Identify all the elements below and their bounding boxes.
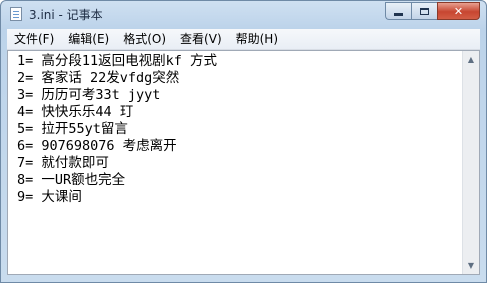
- text-line: 8= 一UR额也完全: [17, 172, 126, 188]
- notepad-window: 3.ini - 记事本 ✕ 文件(F) 编辑(E) 格式(O) 查看(V) 帮助…: [0, 0, 487, 283]
- text-area[interactable]: 1= 高分段11返回电视剧kf 方式 2= 客家话 22发vfdg突然 3= 历…: [8, 51, 462, 274]
- menu-view[interactable]: 查看(V): [173, 29, 229, 49]
- minimize-icon: [394, 12, 403, 16]
- text-line: 3= 历历可考33t jyyt: [17, 87, 161, 103]
- text-line: 1= 高分段11返回电视剧kf 方式: [17, 53, 218, 69]
- menu-help[interactable]: 帮助(H): [229, 29, 285, 49]
- caption-buttons: ✕: [385, 2, 480, 20]
- text-line: 9= 大课间: [17, 189, 82, 205]
- minimize-button[interactable]: [385, 2, 411, 20]
- arrow-up-icon: ▲: [467, 55, 475, 64]
- notepad-icon[interactable]: [10, 7, 22, 21]
- menu-edit[interactable]: 编辑(E): [61, 29, 116, 49]
- maximize-icon: [420, 7, 429, 15]
- scroll-up-button[interactable]: ▲: [463, 51, 479, 68]
- title-bar[interactable]: 3.ini - 记事本 ✕: [1, 1, 486, 27]
- menu-file[interactable]: 文件(F): [7, 29, 61, 49]
- text-line: 7= 就付款即可: [17, 155, 109, 171]
- maximize-button[interactable]: [411, 2, 437, 20]
- text-editor[interactable]: 1= 高分段11返回电视剧kf 方式 2= 客家话 22发vfdg突然 3= 历…: [7, 50, 480, 275]
- close-icon: ✕: [453, 4, 464, 18]
- text-line: 4= 快快乐乐44 玎: [17, 104, 134, 120]
- text-line: 2= 客家话 22发vfdg突然: [17, 70, 180, 86]
- arrow-down-icon: ▼: [467, 261, 475, 270]
- window-title: 3.ini - 记事本: [29, 8, 103, 22]
- scroll-down-button[interactable]: ▼: [463, 257, 479, 274]
- menu-format[interactable]: 格式(O): [116, 29, 173, 49]
- close-button[interactable]: ✕: [437, 2, 480, 20]
- text-line: 5= 拉开55yt留言: [17, 121, 128, 137]
- vertical-scrollbar[interactable]: ▲ ▼: [462, 51, 479, 274]
- text-line: 6= 907698076 考虑离开: [17, 138, 177, 154]
- menu-bar: 文件(F) 编辑(E) 格式(O) 查看(V) 帮助(H): [7, 29, 480, 50]
